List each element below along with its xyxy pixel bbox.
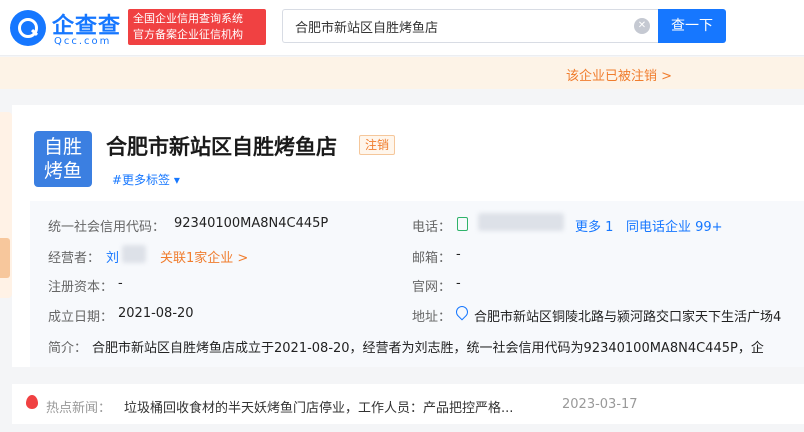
hot-news-date: 2023-03-17 bbox=[562, 397, 638, 412]
logo-subtext: Qcc.com bbox=[54, 36, 112, 47]
website-label: 官网： bbox=[412, 280, 452, 295]
side-tab[interactable] bbox=[0, 112, 12, 298]
operator-label: 经营者： bbox=[48, 251, 101, 266]
avatar-line-1: 自胜 bbox=[43, 136, 82, 158]
more-phones-link[interactable]: 更多 1 bbox=[575, 216, 613, 235]
side-tab-marker bbox=[0, 238, 10, 278]
search-input[interactable] bbox=[295, 10, 625, 42]
phone-masked bbox=[478, 213, 564, 231]
search-logo-icon bbox=[10, 10, 46, 46]
phone-icon bbox=[457, 217, 468, 231]
same-phone-companies-link[interactable]: 同电话企业 99+ bbox=[626, 216, 723, 235]
hot-news-label: 热点新闻： bbox=[46, 401, 112, 416]
qcc-logo[interactable]: 企查查 Qcc.com bbox=[10, 8, 128, 50]
founded-label: 成立日期： bbox=[48, 310, 114, 325]
email-value: - bbox=[456, 247, 461, 262]
hot-news-headline[interactable]: 垃圾桶回收食材的半天妖烤鱼门店停业，工作人员：产品把控严格... bbox=[124, 397, 513, 416]
operator-name[interactable]: 刘 bbox=[106, 247, 119, 266]
capital-label: 注册资本： bbox=[48, 280, 114, 295]
phone-label: 电话： bbox=[412, 220, 452, 235]
intro-label: 简介： bbox=[48, 341, 88, 356]
intro-text: 合肥市新站区自胜烤鱼店成立于2021-08-20，经营者为刘志胜，统一社会信用代… bbox=[92, 341, 764, 356]
deregistered-notice-bar: 该企业已被注销 > bbox=[0, 57, 804, 89]
capital-value: - bbox=[118, 276, 123, 291]
slogan-line-1: 全国企业信用查询系统 bbox=[133, 12, 243, 25]
website-value: - bbox=[456, 276, 461, 291]
deregistered-notice-link[interactable]: 该企业已被注销 > bbox=[566, 65, 672, 84]
address-value[interactable]: 合肥市新站区铜陵北路与颍河路交口家天下生活广场4 bbox=[474, 306, 804, 325]
credit-code-label: 统一社会信用代码： bbox=[48, 220, 166, 235]
email-label: 邮箱： bbox=[412, 251, 452, 266]
search-box: ✕ bbox=[282, 9, 658, 43]
slogan-badge: 全国企业信用查询系统 官方备案企业征信机构 bbox=[128, 9, 266, 45]
slogan-line-2: 官方备案企业征信机构 bbox=[133, 28, 243, 41]
operator-name-masked bbox=[122, 245, 146, 263]
address-label: 地址： bbox=[412, 310, 452, 325]
avatar-line-2: 烤鱼 bbox=[43, 160, 82, 182]
related-companies-link[interactable]: 关联1家企业 > bbox=[160, 247, 248, 266]
founded-value: 2021-08-20 bbox=[118, 306, 194, 321]
clear-icon[interactable]: ✕ bbox=[634, 18, 650, 34]
company-avatar: 自胜 烤鱼 bbox=[34, 131, 92, 187]
status-badge: 注销 bbox=[359, 135, 396, 155]
top-header: 企查查 Qcc.com 全国企业信用查询系统 官方备案企业征信机构 ✕ 查一下 bbox=[0, 0, 804, 56]
company-name: 合肥市新站区自胜烤鱼店 bbox=[106, 135, 337, 159]
fire-icon bbox=[26, 395, 38, 409]
search-button[interactable]: 查一下 bbox=[658, 9, 726, 43]
credit-code-value: 92340100MA8N4C445P bbox=[174, 216, 329, 231]
more-tags-link[interactable]: #更多标签 ▾ bbox=[112, 171, 180, 188]
